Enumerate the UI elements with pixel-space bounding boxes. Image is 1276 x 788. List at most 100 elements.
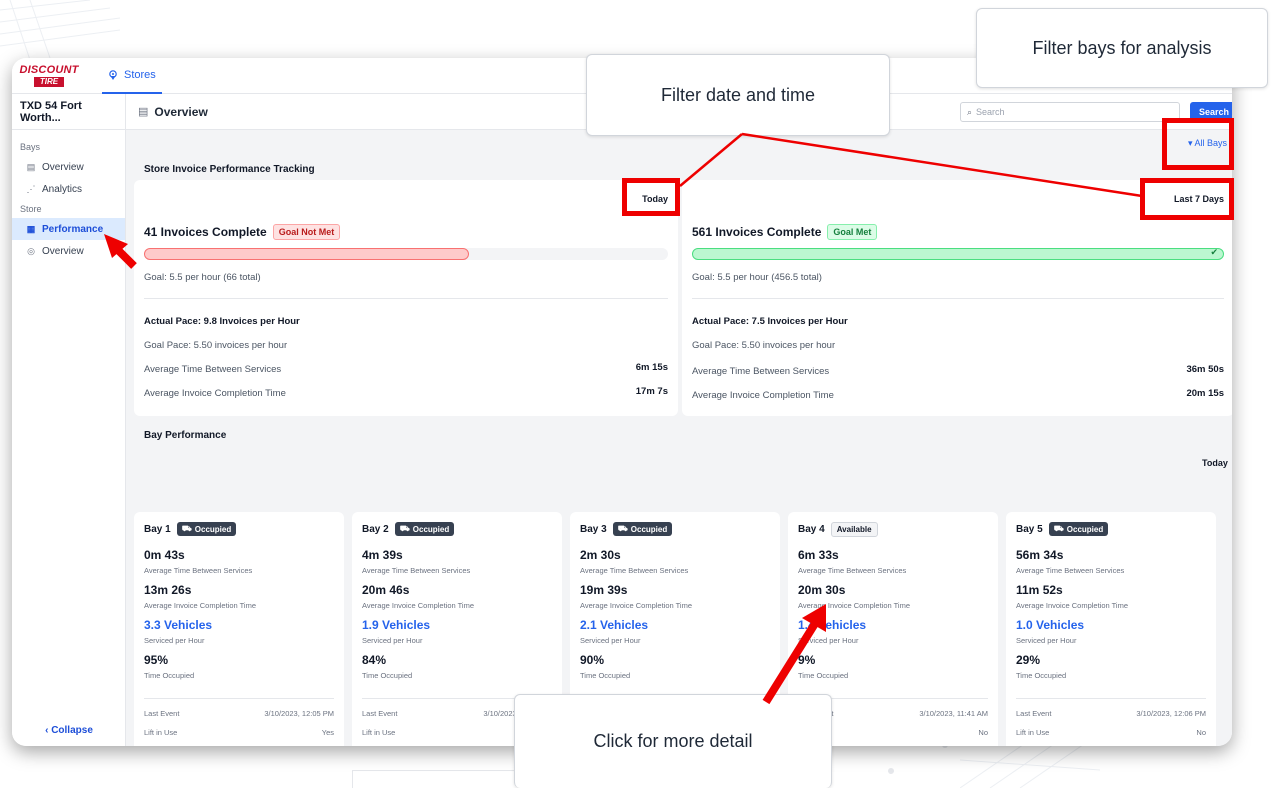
bay-completion-label: Average Invoice Completion Time: [144, 601, 257, 610]
bay-name: Bay 2: [362, 523, 389, 535]
bay-between-value: 2m 30s: [580, 548, 621, 562]
bay-occupied-label: Time Occupied: [580, 671, 631, 680]
clipboard-icon: ▤: [138, 106, 149, 118]
bay-card[interactable]: Bay 5 ⛟ Occupied 56m 34s Average Time Betwee…: [1006, 512, 1216, 746]
bay-serviced-label: Serviced per Hour: [362, 636, 423, 645]
bay-name: Bay 4: [798, 523, 825, 535]
divider: [144, 298, 668, 299]
bay-name: Bay 1: [144, 523, 171, 535]
search-input[interactable]: ⌕ Search: [960, 102, 1180, 122]
goal-progress-fill: [692, 248, 1224, 260]
grid-icon: ▦: [26, 223, 36, 234]
avg-completion-label: Average Invoice Completion Time: [692, 390, 834, 401]
annotation-text: Filter date and time: [660, 84, 816, 105]
bay-serviced-label: Serviced per Hour: [144, 636, 205, 645]
invoice-count: 41 Invoices Complete: [144, 225, 267, 239]
last-event-label: Last Event: [362, 709, 398, 718]
bay-occupied-value: 90%: [580, 653, 605, 667]
bay-completion-label: Average Invoice Completion Time: [362, 601, 475, 610]
goal-progress-bar: [144, 248, 668, 260]
bay-lift-row: Lift in Use No: [1016, 728, 1206, 737]
bay-header: Bay 4 Available: [798, 521, 988, 537]
bay-status-text: Occupied: [194, 524, 232, 534]
store-selector[interactable]: TXD 54 Fort Worth...: [12, 94, 125, 130]
bay-last-event-row: Last Event 3/10/2023, 12:06 PM: [1016, 709, 1206, 718]
divider: [692, 298, 1224, 299]
tab-stores-label: Stores: [124, 68, 156, 81]
goal-status-badge: Goal Met: [827, 224, 878, 240]
lift-label: Lift in Use: [362, 728, 396, 737]
sidebar-section-bays: Bays: [20, 142, 41, 152]
sidebar-item-label: Performance: [42, 223, 104, 235]
lift-label: Lift in Use: [1016, 728, 1050, 737]
bay-between-value: 6m 33s: [798, 548, 839, 562]
tab-stores[interactable]: Stores: [102, 58, 162, 94]
bay-between-value: 4m 39s: [362, 548, 403, 562]
bay-header: Bay 1 ⛟ Occupied: [144, 522, 334, 536]
sidebar-item-bays-overview[interactable]: ▤ Overview: [12, 156, 125, 178]
bay-occupied-label: Time Occupied: [144, 671, 195, 680]
invoice-summary: 41 Invoices Complete Goal Not Met: [144, 224, 341, 240]
bay-card[interactable]: Bay 1 ⛟ Occupied 0m 43s Average Time Between…: [134, 512, 344, 746]
sidebar: TXD 54 Fort Worth... Bays ▤ Overview ⋰ A…: [12, 94, 126, 746]
sidebar-section-store: Store: [20, 204, 42, 214]
bay-status-badge: ⛟ Occupied: [1048, 522, 1109, 536]
goal-text: Goal: 5.5 per hour (456.5 total): [692, 272, 822, 283]
discount-tire-logo[interactable]: DISCOUNT TIRE: [19, 64, 78, 88]
sidebar-item-label: Overview: [42, 245, 84, 257]
last-event-label: Last Event: [144, 709, 180, 718]
annotation-filter-bays: Filter bays for analysis: [976, 8, 1268, 88]
background-lines-decoration: [960, 740, 1100, 788]
goal-progress-fill: [144, 248, 469, 260]
analytics-icon: ⋰: [26, 183, 36, 194]
bay-vehicles-link[interactable]: 3.3 Vehicles: [144, 618, 334, 632]
goal-pace: Goal Pace: 5.50 invoices per hour: [144, 340, 288, 351]
background-dot: [888, 768, 894, 774]
sidebar-item-store-overview[interactable]: ◎ Overview: [12, 240, 125, 262]
avg-between-label: Average Time Between Services: [144, 364, 282, 375]
divider: [1016, 698, 1206, 699]
bay-vehicles-link[interactable]: 1.4 Vehicles: [798, 618, 988, 632]
actual-pace: Actual Pace: 9.8 Invoices per Hour: [144, 316, 300, 327]
bay-header: Bay 2 ⛟ Occupied: [362, 522, 552, 536]
bay-status-text: Occupied: [1066, 524, 1104, 534]
sidebar-item-label: Overview: [42, 161, 84, 173]
car-icon: ⛟: [399, 524, 410, 533]
sidebar-item-performance[interactable]: ▦ Performance: [12, 218, 125, 240]
annotation-more-detail: Click for more detail: [514, 694, 832, 788]
bay-vehicles-link[interactable]: 1.0 Vehicles: [1016, 618, 1206, 632]
bay-occupied-value: 9%: [798, 653, 816, 667]
bay-vehicles-link[interactable]: 1.9 Vehicles: [362, 618, 552, 632]
car-icon: ⛟: [181, 524, 192, 533]
bay-between-label: Average Time Between Services: [1016, 566, 1125, 575]
bay-completion-label: Average Invoice Completion Time: [1016, 601, 1129, 610]
checkmark-icon: ✔: [1210, 247, 1218, 257]
bay-vehicles-link[interactable]: 2.1 Vehicles: [580, 618, 770, 632]
highlight-today: [622, 178, 680, 216]
bay-status-text: Occupied: [412, 524, 450, 534]
bay-occupied-label: Time Occupied: [362, 671, 413, 680]
goal-text: Goal: 5.5 per hour (66 total): [144, 272, 261, 283]
avg-between-value: 6m 15s: [635, 362, 668, 373]
tracking-section-title: Store Invoice Performance Tracking: [144, 164, 315, 175]
divider: [144, 698, 334, 699]
annotation-filter-date: Filter date and time: [586, 54, 890, 136]
collapse-button[interactable]: ‹ Collapse: [12, 725, 126, 736]
bay-performance-title: Bay Performance: [144, 430, 227, 441]
bay-occupied-value: 29%: [1016, 653, 1041, 667]
car-icon: ⛟: [1053, 524, 1064, 533]
search-icon: ⌕: [967, 106, 973, 117]
location-pin-icon: [109, 69, 117, 80]
bay-name: Bay 5: [1016, 523, 1043, 535]
today-performance-card: Today 41 Invoices Complete Goal Not Met …: [134, 180, 678, 416]
bay-status-badge: ⛟ Occupied: [176, 522, 237, 536]
bay-completion-value: 20m 46s: [362, 583, 410, 597]
goal-pace: Goal Pace: 5.50 invoices per hour: [692, 340, 836, 351]
sidebar-item-analytics[interactable]: ⋰ Analytics: [12, 178, 125, 200]
location-pin-icon: ◎: [27, 245, 35, 256]
annotation-text: Filter bays for analysis: [1032, 37, 1212, 58]
bay-status-badge: ⛟ Occupied: [394, 522, 455, 536]
bay-period-label[interactable]: Today: [1202, 458, 1228, 468]
bay-header: Bay 3 ⛟ Occupied: [580, 522, 770, 536]
app-screenshot: DISCOUNT TIRE Stores TXD 54 Fort Worth..…: [12, 58, 1232, 746]
